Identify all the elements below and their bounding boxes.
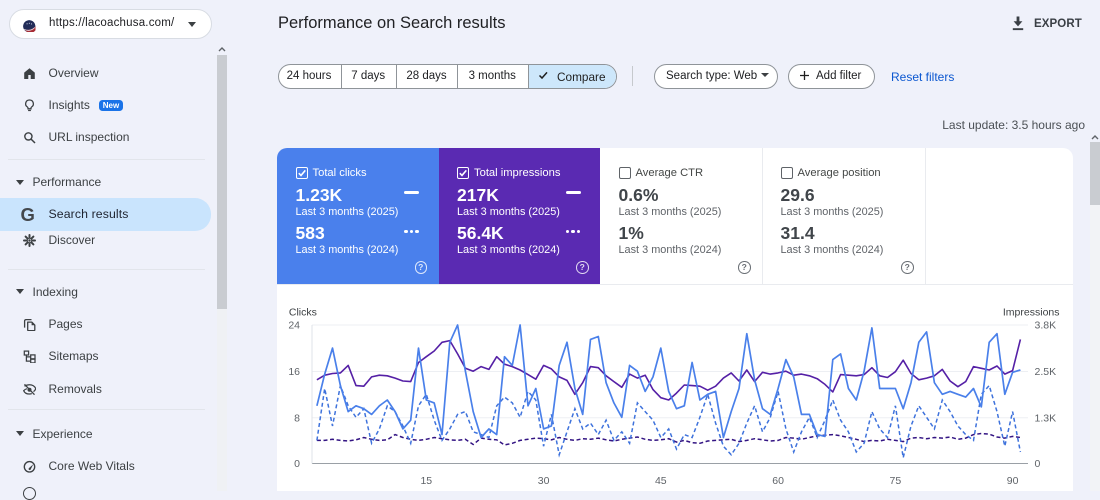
svg-text:45: 45 bbox=[655, 475, 667, 487]
svg-text:2.5K: 2.5K bbox=[1035, 366, 1057, 378]
svg-text:75: 75 bbox=[890, 475, 902, 487]
svg-text:30: 30 bbox=[538, 475, 550, 487]
svg-text:1.3K: 1.3K bbox=[1035, 412, 1057, 424]
svg-text:0: 0 bbox=[1035, 458, 1041, 470]
svg-text:Impressions: Impressions bbox=[1003, 306, 1060, 318]
svg-text:3.8K: 3.8K bbox=[1035, 319, 1057, 331]
svg-text:Clicks: Clicks bbox=[289, 306, 317, 318]
svg-text:8: 8 bbox=[294, 412, 300, 424]
svg-text:60: 60 bbox=[772, 475, 784, 487]
svg-text:15: 15 bbox=[420, 475, 432, 487]
svg-text:90: 90 bbox=[1007, 475, 1019, 487]
svg-text:24: 24 bbox=[288, 319, 300, 331]
svg-text:16: 16 bbox=[288, 366, 300, 378]
svg-text:0: 0 bbox=[294, 458, 300, 470]
